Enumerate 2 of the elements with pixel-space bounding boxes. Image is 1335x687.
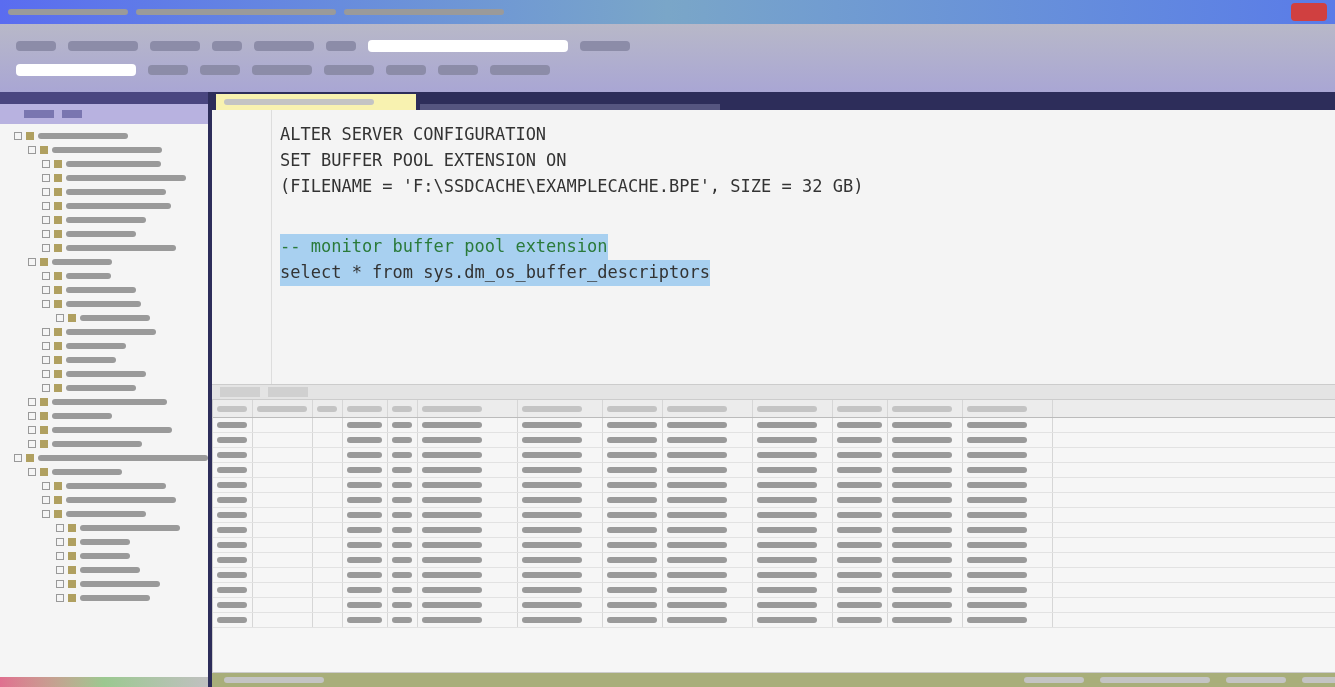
query-tab[interactable] xyxy=(216,94,416,110)
code-comment: -- monitor buffer pool extension xyxy=(280,234,608,260)
